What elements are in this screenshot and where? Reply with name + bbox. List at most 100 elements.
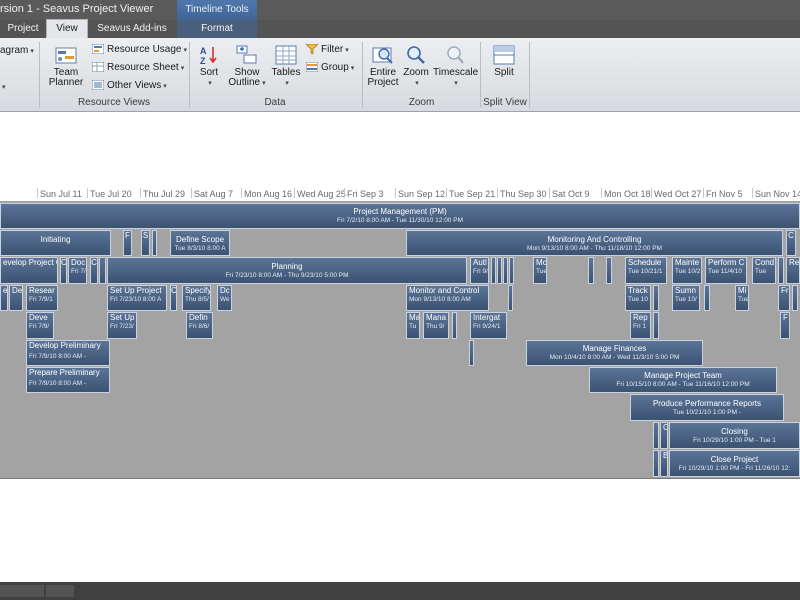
task-bar[interactable]: Doc Fri 7/: [68, 257, 87, 284]
task-bar[interactable]: [704, 285, 710, 311]
filter-button[interactable]: Filter ▾: [306, 43, 349, 57]
entire-project-button[interactable]: Entire Project: [366, 45, 400, 88]
task-bar[interactable]: [653, 450, 659, 477]
task-bar[interactable]: [452, 312, 457, 339]
tab-format[interactable]: Format: [177, 20, 257, 38]
task-bar[interactable]: Closing Fri 10/29/10 1:00 PM - Tue 1: [669, 422, 800, 449]
sort-button[interactable]: A Z Sort ▾: [194, 45, 224, 89]
task-bar[interactable]: Schedule Tue 10/21/1: [625, 257, 667, 284]
task-bar[interactable]: C: [170, 285, 177, 311]
task-bar[interactable]: C: [60, 257, 67, 284]
task-bar[interactable]: [99, 257, 106, 284]
timescale-button[interactable]: Timescale ▾: [433, 45, 478, 89]
task-bar[interactable]: Manage Project Team Fri 10/15/10 8:00 AM…: [589, 367, 777, 393]
task-bar[interactable]: Resear Fri 7/9/1: [26, 285, 58, 311]
resource-sheet-button[interactable]: Resource Sheet ▾: [92, 61, 184, 75]
group-button[interactable]: Group ▾: [306, 61, 354, 75]
task-bar[interactable]: Track Tue 10: [625, 285, 651, 311]
task-bar[interactable]: Define Scope Tue 8/3/10 8:00 A: [170, 230, 230, 256]
task-bar[interactable]: evelop Project C: [0, 257, 58, 284]
task-name: Track: [628, 286, 648, 295]
task-bar[interactable]: Produce Performance Reports Tue 10/21/10…: [630, 394, 784, 421]
task-bar[interactable]: C: [660, 422, 668, 449]
status-segment[interactable]: [0, 585, 44, 597]
task-bar[interactable]: C: [90, 257, 98, 284]
task-bar[interactable]: C: [786, 230, 796, 256]
task-name: Prepare Preliminary: [29, 368, 100, 377]
timescale-tick: [37, 188, 38, 198]
task-bar[interactable]: Fr: [778, 285, 790, 311]
task-bar[interactable]: B: [660, 450, 668, 477]
split-button[interactable]: Split: [486, 45, 522, 78]
task-bar[interactable]: Autl Fri 9/: [470, 257, 489, 284]
status-segment[interactable]: [46, 585, 74, 597]
resource-usage-button[interactable]: Resource Usage ▾: [92, 43, 187, 57]
split-view-group-label: Split View: [483, 97, 527, 108]
task-bar[interactable]: [508, 285, 513, 311]
task-bar[interactable]: [491, 257, 496, 284]
task-bar[interactable]: [653, 312, 659, 339]
task-bar[interactable]: Cond Tue: [752, 257, 776, 284]
task-bar[interactable]: [497, 257, 502, 284]
task-bar[interactable]: [653, 422, 659, 449]
other-views-button[interactable]: Other Views ▾: [92, 79, 167, 93]
task-bar[interactable]: [503, 257, 508, 284]
task-bar[interactable]: Close Project Fri 10/29/10 1:00 PM - Fri…: [669, 450, 800, 477]
tab-seavus-add-ins[interactable]: Seavus Add-ins: [88, 20, 176, 38]
svg-text:Z: Z: [200, 56, 206, 65]
show-outline-button[interactable]: Show Outline ▾: [228, 45, 266, 89]
task-bar[interactable]: Mainte Tue 10/2: [672, 257, 702, 284]
task-bar[interactable]: [588, 257, 594, 284]
task-bar[interactable]: Ma Tu: [406, 312, 420, 339]
timescale-icon: [447, 46, 464, 64]
task-bar[interactable]: Set Up Project Fri 7/23/10 8:00 A: [107, 285, 167, 311]
task-bar[interactable]: Deve Fri 7/9/: [26, 312, 54, 339]
task-bar[interactable]: [606, 257, 612, 284]
task-bar[interactable]: Initiating: [0, 230, 111, 256]
zoom-button[interactable]: Zoom ▾: [402, 45, 430, 89]
tables-button[interactable]: Tables ▾: [270, 45, 302, 89]
task-bar[interactable]: [469, 340, 474, 366]
task-bar[interactable]: Mc Tue: [533, 257, 547, 284]
task-bar[interactable]: Prepare Preliminary Fri 7/9/10 8:00 AM -: [26, 367, 110, 393]
task-bar[interactable]: Manage Finances Mon 10/4/10 8:00 AM - We…: [526, 340, 703, 366]
task-bar[interactable]: Specify Thu 8/5/: [182, 285, 211, 311]
task-bar[interactable]: [509, 257, 514, 284]
team-planner-button[interactable]: Team Planner: [44, 45, 88, 88]
tab-project[interactable]: Project: [0, 20, 46, 38]
task-bar[interactable]: Monitor and Control Mon 9/13/10 8:00 AM: [406, 285, 489, 311]
task-bar[interactable]: Develop Preliminary Fri 7/9/10 8:00 AM -: [26, 340, 110, 366]
task-bar[interactable]: Set Up Fri 7/23/: [107, 312, 137, 339]
task-bar[interactable]: Mana Thu 9/: [423, 312, 449, 339]
task-name: Ma: [409, 313, 420, 322]
partial-dropdown-icon[interactable]: ▾: [0, 80, 6, 94]
task-dates: Tue 10/21/1: [628, 268, 663, 275]
task-bar[interactable]: [152, 230, 157, 256]
timescale-label: Wed Aug 25: [297, 189, 346, 199]
task-bar[interactable]: Dc We: [217, 285, 232, 311]
task-bar[interactable]: Rep Fri 1: [630, 312, 651, 339]
task-bar[interactable]: S: [141, 230, 150, 256]
task-bar[interactable]: [653, 285, 659, 311]
task-bar[interactable]: F: [123, 230, 132, 256]
task-bar[interactable]: Sumn Tue 10/: [672, 285, 700, 311]
task-bar[interactable]: Project Management (PM) Fri 7/2/10 8:00 …: [0, 203, 800, 229]
task-dates: Fri 7/23/10 8:00 AM - Thu 9/23/10 5:00 P…: [225, 272, 349, 279]
task-bar[interactable]: F: [780, 312, 790, 339]
task-bar[interactable]: Intergat Fri 9/24/1: [470, 312, 507, 339]
task-bar[interactable]: [792, 285, 798, 311]
task-bar[interactable]: Planning Fri 7/23/10 8:00 AM - Thu 9/23/…: [107, 257, 467, 284]
diagram-button[interactable]: agram ▾: [0, 44, 34, 58]
task-bar[interactable]: [778, 257, 784, 284]
task-bar[interactable]: Perform C Tue 11/4/10: [705, 257, 747, 284]
tab-view[interactable]: View: [46, 19, 88, 38]
task-bar[interactable]: e: [0, 285, 8, 311]
task-name: Dc: [220, 286, 230, 295]
timescale-tick: [703, 188, 704, 198]
task-bar[interactable]: Monitoring And Controlling Mon 9/13/10 8…: [406, 230, 783, 256]
timescale-tick: [752, 188, 753, 198]
task-bar[interactable]: De: [9, 285, 23, 311]
task-bar[interactable]: Rev: [786, 257, 800, 284]
task-bar[interactable]: Mi Tue: [735, 285, 749, 311]
task-bar[interactable]: Defin Fri 8/6/: [186, 312, 213, 339]
